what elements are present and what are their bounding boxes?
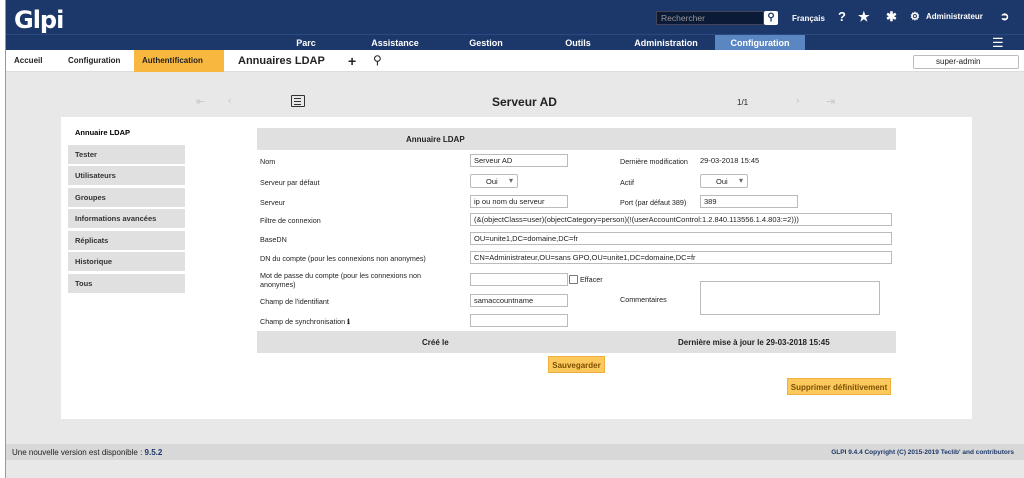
breadcrumb-configuration[interactable]: Configuration [60, 50, 132, 72]
delete-button[interactable]: Supprimer définitivement [787, 378, 891, 395]
form-title: Serveur AD [492, 95, 557, 109]
gear-icon: ⚙ [910, 11, 920, 23]
section-title: Annuaire LDAP [406, 135, 465, 144]
search-icon[interactable]: ⚲ [764, 11, 778, 25]
top-header: Glpi Rechercher ⚲ Français ? ★ ✱ ⚙ Admin… [6, 0, 1024, 34]
page-footer: Une nouvelle version est disponible : 9.… [6, 444, 1024, 460]
filter-textarea[interactable]: (&(objectClass=user)(objectCategory=pers… [470, 213, 892, 226]
last-modification-label: Dernière modification [620, 157, 688, 166]
main-menu: Parc Assistance Gestion Outils Administr… [6, 34, 1024, 51]
language-selector[interactable]: Français [792, 14, 825, 23]
name-label: Nom [260, 157, 276, 166]
basedn-label: BaseDN [260, 235, 287, 244]
name-input[interactable]: Serveur AD [470, 154, 568, 167]
sync-field-label: Champ de synchronisation ℹ [260, 317, 350, 326]
dn-label: DN du compte (pour les connexions non an… [260, 254, 426, 263]
profile-select[interactable]: super-admin [913, 55, 1019, 69]
menu-assistance[interactable]: Assistance [360, 35, 430, 51]
comments-label: Commentaires [620, 295, 667, 304]
last-icon[interactable]: ⇥ [826, 95, 835, 108]
section-header: Annuaire LDAP [257, 128, 896, 150]
tab-tester[interactable]: Tester [68, 145, 185, 164]
breadcrumb-accueil[interactable]: Accueil [6, 50, 58, 72]
last-update-label: Dernière mise à jour le 29-03-2018 15:45 [678, 338, 830, 347]
active-select[interactable]: Oui [700, 174, 748, 188]
default-server-select[interactable]: Oui [470, 174, 518, 188]
help-icon[interactable]: ? [838, 9, 846, 24]
tab-informations-avancees[interactable]: Informations avancées [68, 209, 185, 228]
sync-field-label-text: Champ de synchronisation [260, 317, 346, 326]
tab-tous[interactable]: Tous [68, 274, 185, 293]
save-button[interactable]: Sauvegarder [548, 356, 605, 373]
password-label: Mot de passe du compte (pour les connexi… [260, 271, 422, 289]
basedn-input[interactable]: OU=unite1,DC=domaine,DC=fr [470, 232, 892, 245]
default-server-label: Serveur par défaut [260, 178, 320, 187]
last-modification-value: 29-03-2018 15:45 [700, 156, 760, 165]
dates-row: Créé le Dernière mise à jour le 29-03-20… [257, 331, 896, 353]
menu-administration[interactable]: Administration [626, 35, 706, 51]
list-icon[interactable] [291, 95, 305, 107]
password-input[interactable] [470, 273, 568, 286]
record-navigation: ⇤ ‹ Serveur AD 1/1 › ⇥ [6, 92, 1024, 114]
info-icon[interactable]: ℹ [347, 317, 350, 326]
port-input[interactable]: 389 [700, 195, 798, 208]
tab-annuaire-ldap[interactable]: Annuaire LDAP [68, 123, 185, 142]
pager: 1/1 [737, 98, 749, 107]
copyright[interactable]: GLPI 9.4.4 Copyright (C) 2015-2019 Tecli… [831, 449, 1014, 456]
page-title[interactable]: Annuaires LDAP [238, 50, 325, 72]
search-input[interactable]: Rechercher [656, 11, 764, 25]
update-text: Une nouvelle version est disponible : [12, 448, 143, 457]
glpi-logo[interactable]: Glpi [14, 6, 64, 34]
menu-configuration[interactable]: Configuration [715, 35, 805, 51]
menu-outils[interactable]: Outils [553, 35, 603, 51]
tab-replicats[interactable]: Réplicats [68, 231, 185, 250]
menu-parc[interactable]: Parc [281, 35, 331, 51]
active-label: Actif [620, 178, 634, 187]
erase-checkbox[interactable] [569, 275, 578, 284]
breadcrumb-authentification[interactable]: Authentification [134, 50, 224, 72]
update-notice: Une nouvelle version est disponible : 9.… [12, 448, 162, 457]
bug-icon[interactable]: ✱ [886, 9, 897, 25]
tab-groupes[interactable]: Groupes [68, 188, 185, 207]
logout-icon[interactable]: ➲ [1000, 10, 1009, 23]
tab-utilisateurs[interactable]: Utilisateurs [68, 166, 185, 185]
logo-text: Glpi [14, 6, 64, 34]
port-label: Port (par défaut 389) [620, 198, 687, 207]
main-panel: Annuaire LDAP Tester Utilisateurs Groupe… [61, 117, 972, 419]
next-icon[interactable]: › [796, 95, 800, 107]
breadcrumb: Accueil Configuration Authentification A… [6, 50, 1024, 72]
first-icon[interactable]: ⇤ [196, 95, 205, 108]
user-menu[interactable]: Administrateur [926, 12, 983, 21]
comments-textarea[interactable] [700, 281, 880, 315]
erase-label: Effacer [580, 275, 603, 284]
sync-field-input[interactable] [470, 314, 568, 327]
tab-historique[interactable]: Historique [68, 252, 185, 271]
server-label: Serveur [260, 198, 286, 207]
id-field-label: Champ de l'identifiant [260, 297, 329, 306]
hamburger-icon[interactable]: ☰ [992, 36, 1004, 49]
star-icon[interactable]: ★ [858, 9, 870, 25]
search-list-icon[interactable]: ⚲ [373, 53, 382, 67]
filter-label: Filtre de connexion [260, 216, 321, 225]
update-version-link[interactable]: 9.5.2 [145, 448, 163, 457]
created-label: Créé le [422, 338, 449, 347]
window-edge [0, 0, 6, 478]
dn-input[interactable]: CN=Administrateur,OU=sans GPO,OU=unite1,… [470, 251, 892, 264]
menu-gestion[interactable]: Gestion [456, 35, 516, 51]
add-icon[interactable]: + [348, 53, 356, 69]
server-input[interactable]: ip ou nom du serveur [470, 195, 568, 208]
id-field-input[interactable]: samaccountname [470, 294, 568, 307]
prev-icon[interactable]: ‹ [228, 95, 232, 107]
